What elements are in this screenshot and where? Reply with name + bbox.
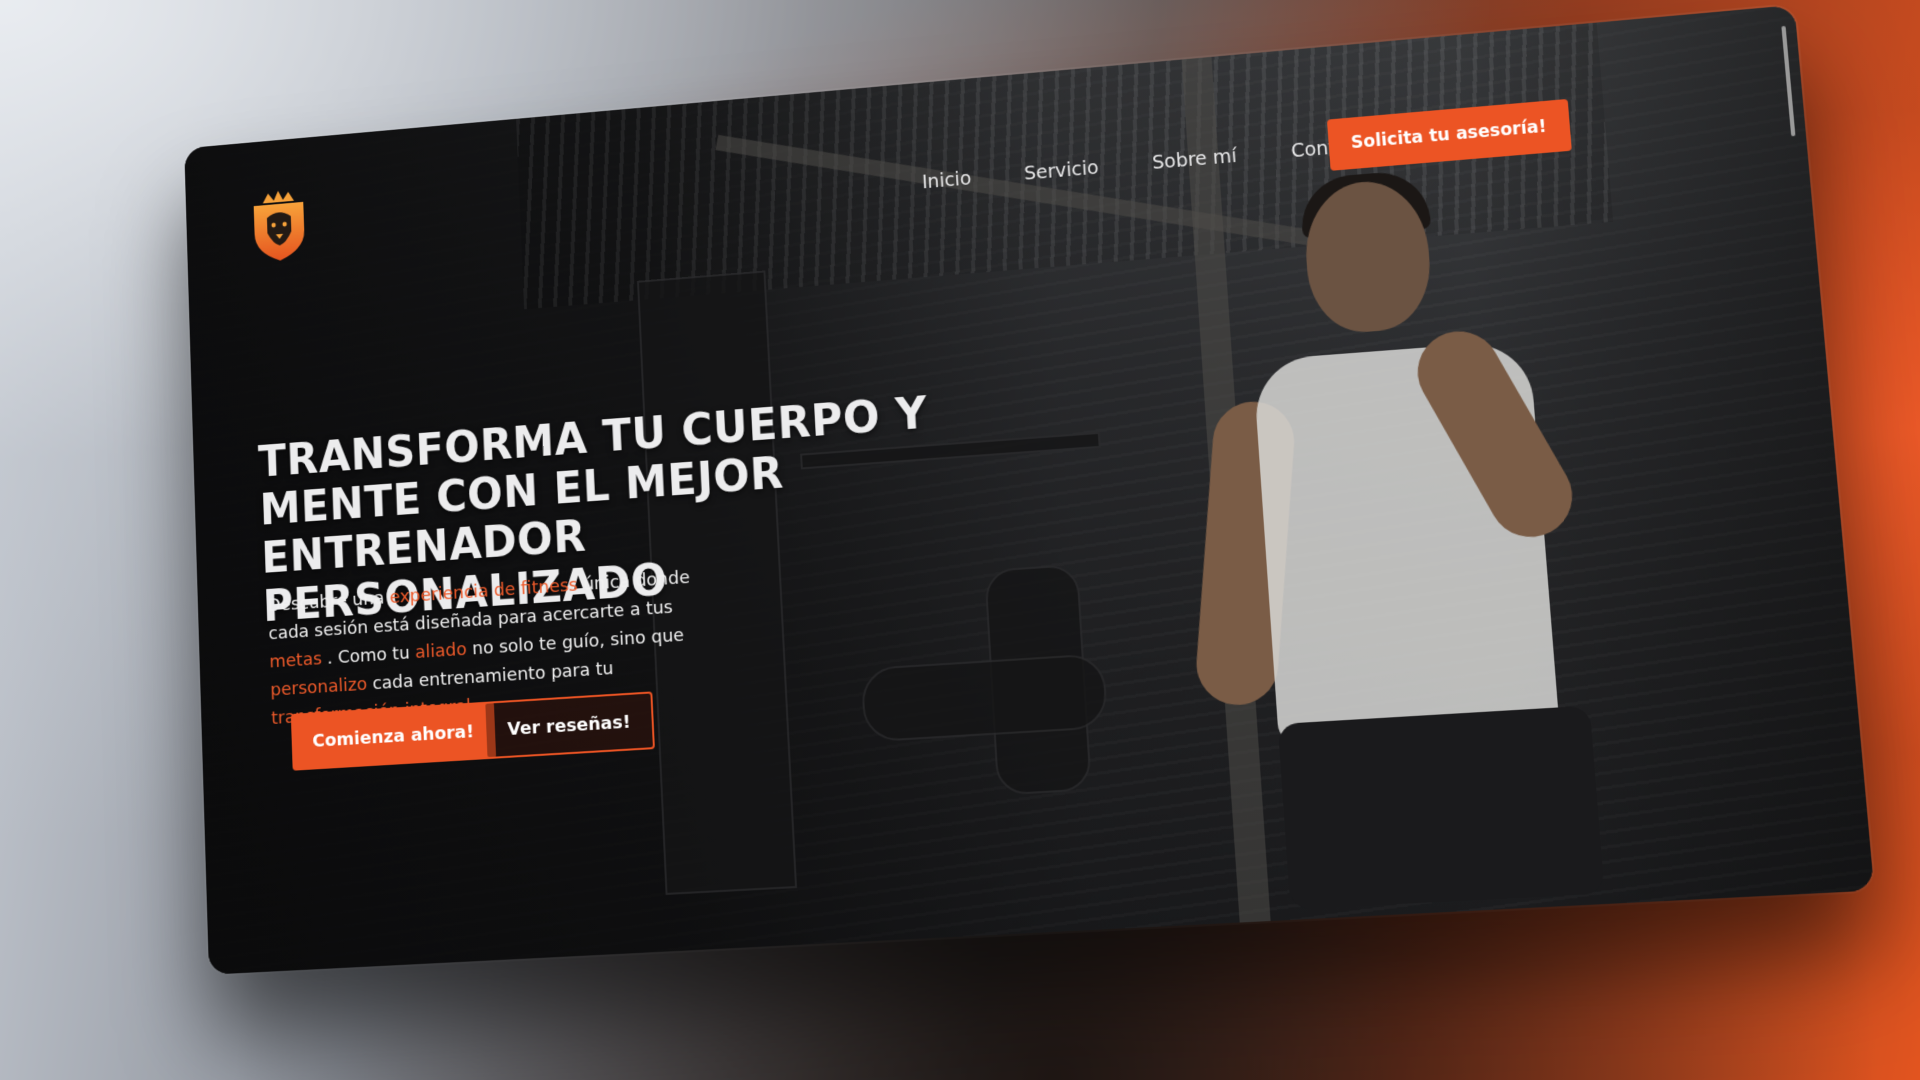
dumbbell-rack — [861, 653, 1109, 742]
request-consultation-button[interactable]: Solicita tu asesoría! — [1327, 99, 1571, 171]
highlight-text: metas — [269, 649, 322, 673]
nav-link-sobre-mi[interactable]: Sobre mí — [1152, 145, 1238, 174]
trainer-photo — [1201, 165, 1627, 922]
start-now-button[interactable]: Comienza ahora! — [291, 701, 496, 770]
nav-link-servicio[interactable]: Servicio — [1024, 157, 1100, 185]
nav-links: Inicio Servicio Sobre mí Contacto — [921, 133, 1378, 193]
highlight-text: aliado — [415, 639, 467, 663]
view-reviews-button[interactable]: Ver reseñas! — [483, 691, 655, 759]
crowned-lion-shield-icon[interactable] — [250, 186, 309, 264]
highlight-text: personalizo — [270, 674, 367, 701]
browser-window: Inicio Servicio Sobre mí Contacto Solici… — [184, 5, 1874, 975]
nav-link-inicio[interactable]: Inicio — [921, 168, 971, 193]
